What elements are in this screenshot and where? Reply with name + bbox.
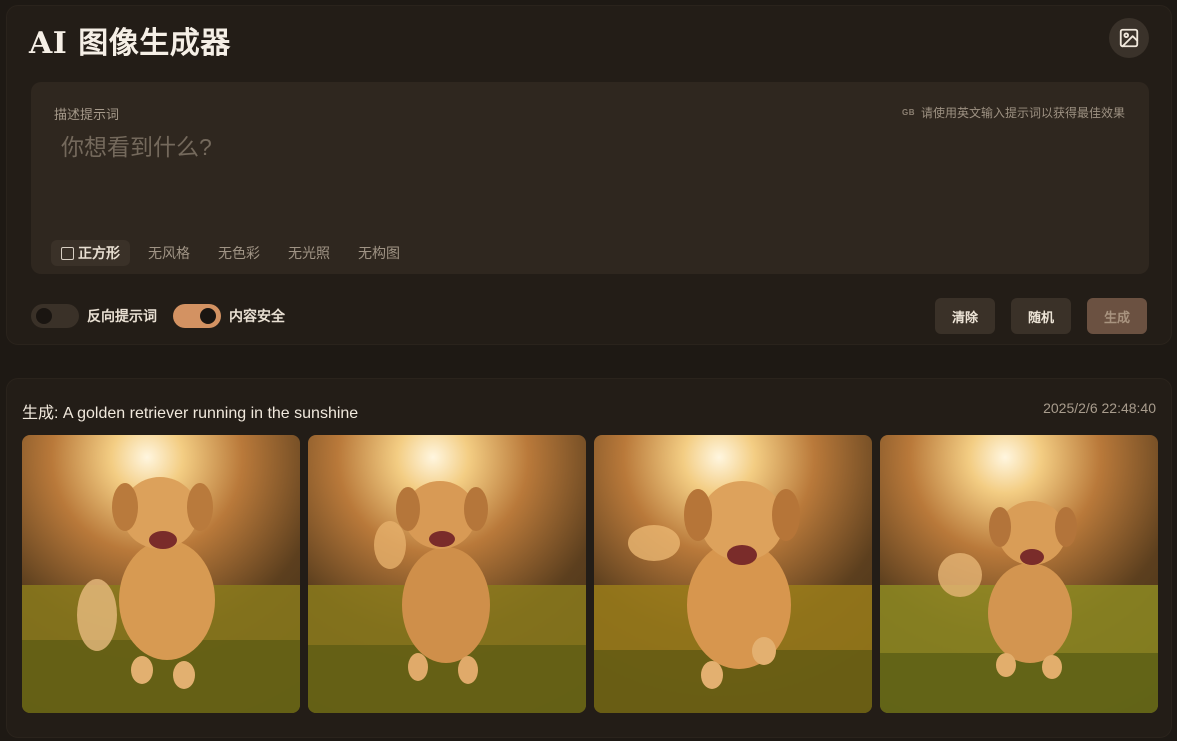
toggle-knob <box>36 308 52 324</box>
clear-button[interactable]: 清除 <box>935 298 995 334</box>
generated-image-4[interactable] <box>880 435 1158 713</box>
generated-images <box>22 435 1158 713</box>
app-title: AI 图像生成器 <box>29 26 231 61</box>
negative-prompt-label: 反向提示词 <box>87 308 157 324</box>
generated-image-2[interactable] <box>308 435 586 713</box>
chip-label: 无光照 <box>288 245 330 261</box>
gallery-button[interactable] <box>1109 18 1149 58</box>
chip-label: 无色彩 <box>218 245 260 261</box>
chip-label: 无风格 <box>148 245 190 261</box>
random-button[interactable]: 随机 <box>1011 298 1071 334</box>
toggle-row: 反向提示词 内容安全 <box>31 304 301 328</box>
chip-square[interactable]: 正方形 <box>51 240 130 266</box>
content-safety-toggle[interactable] <box>173 304 221 328</box>
checkbox-icon[interactable] <box>61 246 74 260</box>
dog-picture <box>22 477 300 713</box>
prompt-label: 描述提示词 <box>54 107 120 122</box>
result-panel: 生成: A golden retriever running in the su… <box>6 378 1172 738</box>
result-timestamp: 2025/2/6 22:48:40 <box>1043 400 1156 416</box>
chip-label: 无构图 <box>358 245 400 261</box>
prompt-input[interactable] <box>61 130 1121 164</box>
generator-panel: AI 图像生成器 描述提示词 GB 请使用英文输入提示词以获得最佳效果 正方形 … <box>6 5 1172 345</box>
action-buttons: 清除 随机 生成 <box>935 298 1147 334</box>
dog-picture <box>880 501 1158 713</box>
chip-no-lighting[interactable]: 无光照 <box>278 240 340 266</box>
prompt-hint-text: 请使用英文输入提示词以获得最佳效果 <box>920 106 1125 120</box>
content-safety-label: 内容安全 <box>229 308 285 324</box>
toggle-knob <box>200 308 216 324</box>
generated-image-3[interactable] <box>594 435 872 713</box>
chip-no-style[interactable]: 无风格 <box>138 240 200 266</box>
image-icon <box>1119 28 1139 48</box>
dog-picture <box>308 481 586 713</box>
chip-no-composition[interactable]: 无构图 <box>348 240 410 266</box>
generate-button[interactable]: 生成 <box>1087 298 1147 334</box>
result-title: 生成: A golden retriever running in the su… <box>22 405 359 422</box>
chip-label: 正方形 <box>78 245 120 261</box>
prompt-hint: GB 请使用英文输入提示词以获得最佳效果 <box>902 104 1125 121</box>
language-icon: GB <box>901 108 915 117</box>
dog-picture <box>594 481 872 713</box>
negative-prompt-toggle[interactable] <box>31 304 79 328</box>
option-chips: 正方形 无风格 无色彩 无光照 无构图 <box>51 240 410 266</box>
chip-no-color[interactable]: 无色彩 <box>208 240 270 266</box>
generated-image-1[interactable] <box>22 435 300 713</box>
prompt-box: 描述提示词 GB 请使用英文输入提示词以获得最佳效果 正方形 无风格 无色彩 无… <box>31 82 1149 274</box>
